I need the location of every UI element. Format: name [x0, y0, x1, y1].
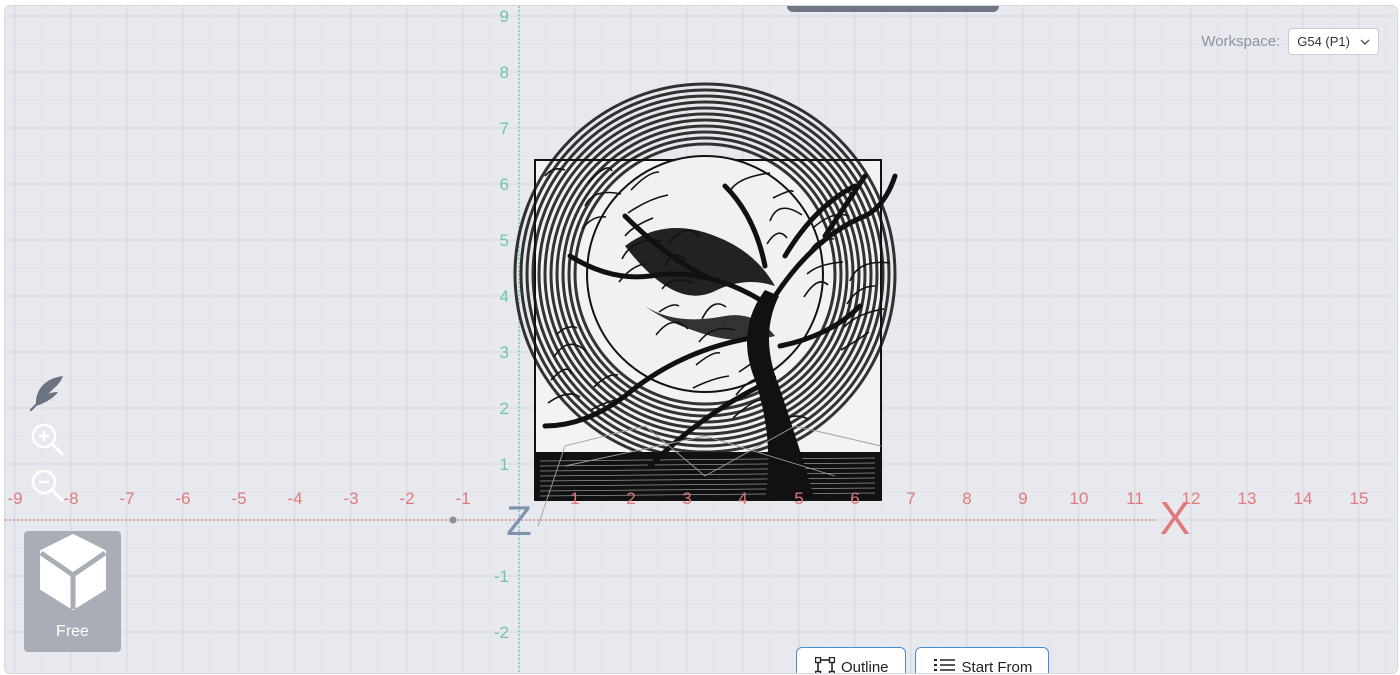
origin-marker [449, 516, 457, 524]
zoom-in-icon [31, 423, 64, 456]
svg-text:5: 5 [794, 489, 803, 508]
feather-icon [29, 376, 63, 412]
zoom-in-button[interactable] [27, 419, 67, 459]
zoom-out-button[interactable] [27, 465, 67, 505]
x-tick-label: 13 [1238, 489, 1257, 508]
y-tick-label: 7 [500, 119, 509, 138]
y-tick-label: -1 [494, 567, 509, 586]
start-from-button[interactable]: Start From [914, 647, 1050, 674]
y-tick-label: 6 [500, 175, 509, 194]
y-tick-label: 2 [500, 399, 509, 418]
svg-text:3: 3 [682, 489, 691, 508]
svg-text:4: 4 [738, 489, 747, 508]
top-panel-handle[interactable] [787, 6, 999, 12]
x-tick-label: -4 [287, 489, 302, 508]
y-tick-label: 8 [500, 63, 509, 82]
workspace-value: G54 (P1) [1297, 34, 1350, 49]
zoom-out-icon [31, 469, 64, 502]
y-tick-label: -2 [494, 623, 509, 642]
x-tick-label: -2 [399, 489, 414, 508]
cube-icon [39, 534, 106, 610]
x-tick-label: -5 [231, 489, 246, 508]
x-tick-label: 7 [906, 489, 915, 508]
x-tick-label: 10 [1070, 489, 1089, 508]
y-tick-label: 9 [500, 7, 509, 26]
workspace-label: Workspace: [1201, 33, 1281, 50]
x-tick-label: 14 [1294, 489, 1313, 508]
engraving-artwork[interactable]: 1 2 3 4 5 6 [513, 82, 898, 527]
outline-button[interactable]: Outline [796, 647, 906, 674]
y-tick-label: 1 [500, 455, 509, 474]
x-tick-label: -7 [119, 489, 134, 508]
chevron-down-icon [1360, 39, 1370, 45]
y-tick-label: 4 [500, 287, 509, 306]
x-tick-label: 9 [1018, 489, 1027, 508]
y-tick-label: 5 [500, 231, 509, 250]
svg-text:2: 2 [626, 489, 635, 508]
x-tick-label: -9 [7, 489, 22, 508]
svg-text:6: 6 [850, 489, 859, 508]
outline-frame-icon [815, 657, 835, 673]
bottom-action-bar: Outline Start From [796, 647, 1050, 674]
x-axis-label: X [1160, 492, 1191, 544]
canvas-viewport[interactable]: -9-8-7-6-5-4-3-2-11234567891011121314159… [4, 5, 1398, 674]
view-mode-label: Free [56, 623, 89, 640]
workspace-selector: Workspace: G54 (P1) [1201, 28, 1379, 55]
feather-tool-button[interactable] [27, 373, 67, 413]
x-tick-label: 8 [962, 489, 971, 508]
list-icon [933, 659, 955, 671]
left-toolbar [27, 373, 67, 505]
x-tick-label: -6 [175, 489, 190, 508]
svg-text:1: 1 [570, 489, 579, 508]
workspace-dropdown[interactable]: G54 (P1) [1288, 28, 1379, 55]
z-axis-label: Z [506, 497, 532, 544]
x-tick-label: -3 [343, 489, 358, 508]
view-cube-panel[interactable]: Free [24, 531, 121, 652]
x-tick-label: 15 [1350, 489, 1369, 508]
start-from-button-label: Start From [961, 658, 1033, 674]
x-tick-label: -1 [455, 489, 470, 508]
y-tick-label: 3 [500, 343, 509, 362]
coordinate-grid: -9-8-7-6-5-4-3-2-11234567891011121314159… [5, 6, 1397, 673]
outline-button-label: Outline [841, 658, 889, 674]
x-tick-label: 11 [1126, 489, 1144, 508]
